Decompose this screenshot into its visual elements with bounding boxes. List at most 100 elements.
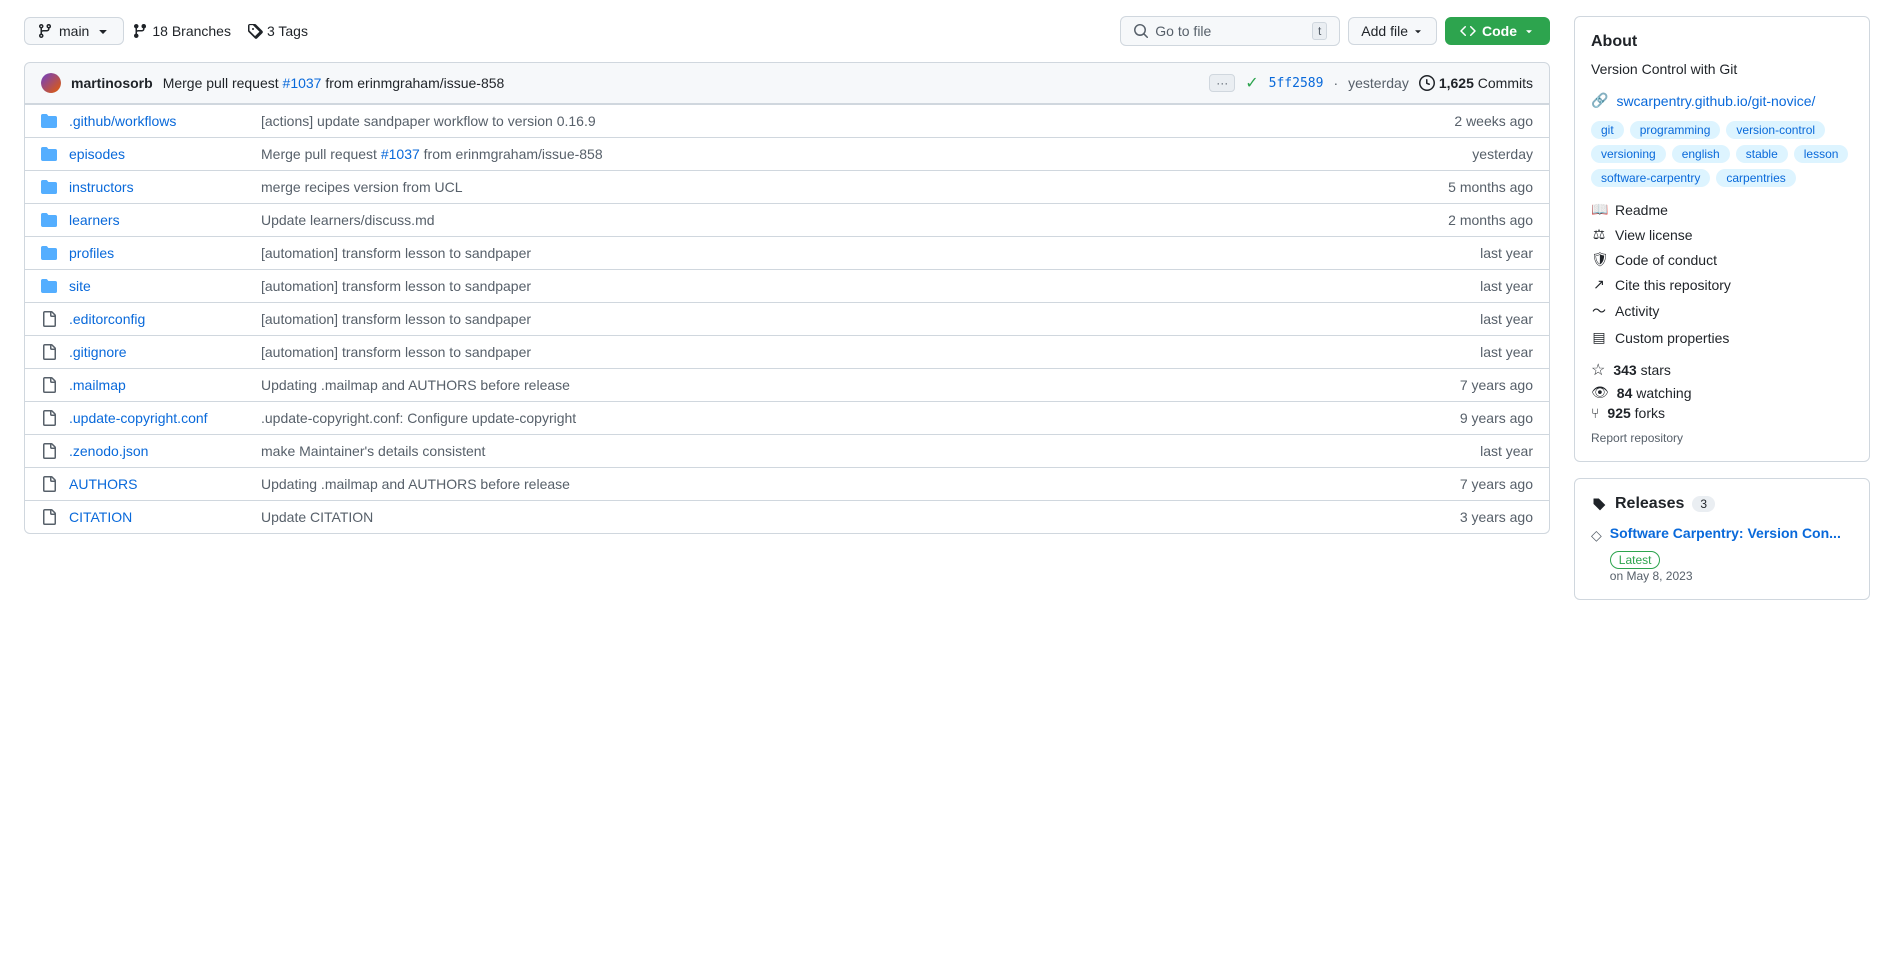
releases-section: Releases 3 ◇ Software Carpentry: Version…: [1574, 478, 1870, 600]
chevron-down-icon: [95, 23, 111, 39]
file-icon: [41, 443, 57, 459]
release-name[interactable]: Software Carpentry: Version Con...: [1610, 525, 1841, 541]
about-meta-link-activity[interactable]: 〜Activity: [1591, 301, 1853, 321]
file-name[interactable]: .gitignore: [69, 344, 249, 360]
add-file-button[interactable]: Add file: [1348, 17, 1437, 45]
file-time: 9 years ago: [1433, 410, 1533, 426]
about-section: About Version Control with Git 🔗 swcarpe…: [1574, 16, 1870, 462]
scale-icon: ⚖: [1591, 226, 1607, 243]
about-meta-link-readme[interactable]: 📖 Readme: [1591, 201, 1853, 218]
file-time: 2 months ago: [1433, 212, 1533, 228]
file-name[interactable]: .github/workflows: [69, 113, 249, 129]
avatar: [41, 73, 61, 93]
file-name[interactable]: episodes: [69, 146, 249, 162]
stars-row: ☆ 343 stars: [1591, 360, 1853, 380]
about-meta-link-cite-this-repository[interactable]: ↗ Cite this repository: [1591, 276, 1853, 293]
table-row: site[automation] transform lesson to san…: [25, 269, 1549, 302]
stars-link[interactable]: 343 stars: [1613, 362, 1671, 378]
file-name[interactable]: .zenodo.json: [69, 443, 249, 459]
about-meta-link-custom-properties[interactable]: ▤Custom properties: [1591, 329, 1853, 346]
table-row: instructorsmerge recipes version from UC…: [25, 170, 1549, 203]
branch-selector[interactable]: main: [24, 17, 124, 45]
file-commit: Updating .mailmap and AUTHORS before rel…: [261, 377, 1421, 393]
file-name[interactable]: .update-copyright.conf: [69, 410, 249, 426]
ellipsis-button[interactable]: ···: [1209, 74, 1235, 92]
branches-icon: [132, 23, 148, 39]
folder-icon: [41, 245, 57, 261]
forks-link[interactable]: 925 forks: [1607, 405, 1665, 421]
table-row: .gitignore[automation] transform lesson …: [25, 335, 1549, 368]
folder-icon: [41, 113, 57, 129]
commit-pr-link[interactable]: #1037: [381, 146, 420, 162]
tag[interactable]: programming: [1630, 121, 1721, 139]
commit-author[interactable]: martinosorb: [71, 75, 153, 91]
file-time: 2 weeks ago: [1433, 113, 1533, 129]
watching-link[interactable]: 84 watching: [1617, 385, 1692, 401]
file-commit: .update-copyright.conf: Configure update…: [261, 410, 1421, 426]
about-meta-link-label: Custom properties: [1615, 330, 1729, 346]
shield-icon: 🛡: [1591, 251, 1607, 268]
commits-count: 1,625 Commits: [1419, 75, 1533, 91]
table-row: learners Update learners/discuss.md 2 mont…: [25, 203, 1549, 236]
tag[interactable]: stable: [1736, 145, 1788, 163]
about-meta-link-label: View license: [1615, 227, 1693, 243]
file-name[interactable]: instructors: [69, 179, 249, 195]
releases-count: 3: [1692, 496, 1715, 512]
file-name[interactable]: profiles: [69, 245, 249, 261]
about-meta-link-view-license[interactable]: ⚖ View license: [1591, 226, 1853, 243]
file-commit: [actions] update sandpaper workflow to v…: [261, 113, 1421, 129]
file-commit: Update learners/discuss.md: [261, 212, 1421, 228]
tag[interactable]: english: [1672, 145, 1730, 163]
about-meta-link-label: Readme: [1615, 202, 1668, 218]
meta-links: 18 Branches 3 Tags: [132, 23, 308, 39]
about-meta-link-label: Cite this repository: [1615, 277, 1731, 293]
tag[interactable]: carpentries: [1716, 169, 1795, 187]
main-content: main 18 Branches 3 Tags: [24, 16, 1550, 600]
file-time: last year: [1433, 443, 1533, 459]
file-name[interactable]: .editorconfig: [69, 311, 249, 327]
file-commit: [automation] transform lesson to sandpap…: [261, 311, 1421, 327]
file-name[interactable]: learners: [69, 212, 249, 228]
forks-row: ⑂ 925 forks: [1591, 405, 1853, 421]
commits-link[interactable]: 1,625 Commits: [1439, 75, 1533, 91]
tag[interactable]: software-carpentry: [1591, 169, 1710, 187]
go-to-file-input[interactable]: Go to file t: [1120, 16, 1340, 46]
commit-hash[interactable]: 5ff2589: [1269, 76, 1324, 91]
tag[interactable]: version-control: [1726, 121, 1825, 139]
file-time: last year: [1433, 311, 1533, 327]
code-icon: [1460, 23, 1476, 39]
folder-icon: [41, 146, 57, 162]
file-commit: Merge pull request #1037 from erinmgraha…: [261, 146, 1421, 162]
add-file-label: Add file: [1361, 23, 1408, 39]
about-title: About: [1591, 33, 1853, 51]
file-name[interactable]: site: [69, 278, 249, 294]
file-time: 3 years ago: [1433, 509, 1533, 525]
folder-icon: [41, 278, 57, 294]
about-meta-link-code-of-conduct[interactable]: 🛡Code of conduct: [1591, 251, 1853, 268]
about-website-link[interactable]: 🔗 swcarpentry.github.io/git-novice/: [1591, 92, 1853, 109]
pr-link[interactable]: #1037: [283, 75, 322, 91]
file-commit: Updating .mailmap and AUTHORS before rel…: [261, 476, 1421, 492]
tag[interactable]: lesson: [1794, 145, 1849, 163]
commit-bar: martinosorb Merge pull request #1037 fro…: [24, 62, 1550, 104]
branches-link[interactable]: 18 Branches: [132, 23, 231, 39]
report-repository-link[interactable]: Report repository: [1591, 431, 1683, 445]
file-name[interactable]: AUTHORS: [69, 476, 249, 492]
file-name[interactable]: CITATION: [69, 509, 249, 525]
file-name[interactable]: .mailmap: [69, 377, 249, 393]
code-button[interactable]: Code: [1445, 17, 1550, 45]
file-commit: Update CITATION: [261, 509, 1421, 525]
tags-link[interactable]: 3 Tags: [247, 23, 308, 39]
book-icon: 📖: [1591, 201, 1607, 218]
file-commit: make Maintainer's details consistent: [261, 443, 1421, 459]
tag[interactable]: git: [1591, 121, 1624, 139]
file-table: .github/workflows [actions] update sandpa…: [24, 104, 1550, 534]
toolbar: main 18 Branches 3 Tags: [24, 16, 1550, 46]
tags-icon: [247, 23, 263, 39]
tag[interactable]: versioning: [1591, 145, 1666, 163]
file-icon: [41, 311, 57, 327]
file-time: last year: [1433, 344, 1533, 360]
cite-icon: ↗: [1591, 276, 1607, 293]
chevron-down-icon: [1523, 25, 1535, 37]
file-time: last year: [1433, 245, 1533, 261]
